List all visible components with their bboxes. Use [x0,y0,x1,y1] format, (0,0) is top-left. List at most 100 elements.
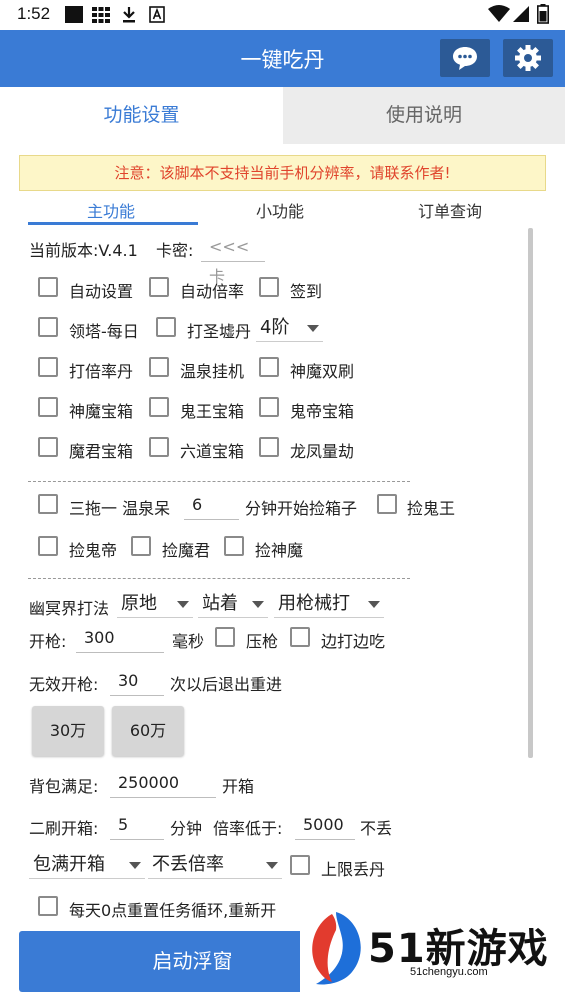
god-demon-chest-checkbox[interactable] [38,397,58,417]
auto-multiplier-label: 自动倍率 [180,282,245,301]
netherworld-position-select[interactable]: 原地 [117,590,193,618]
status-time: 1:52 [17,4,51,23]
dragon-phoenix-checkbox[interactable] [259,437,279,457]
multiplier-pill-checkbox[interactable] [38,357,58,377]
font-a-icon [149,6,165,28]
ghost-emperor-chest-label: 鬼帝宝箱 [290,402,355,421]
resolution-warning: 注意：该脚本不支持当前手机分辨率，请联系作者! [19,155,546,191]
invalid-fire-input[interactable]: 30 [110,666,164,696]
daily-reset-checkbox[interactable] [38,896,58,916]
full-open-select[interactable]: 包满开箱 [29,851,145,879]
brand-logo-icon [312,912,361,985]
gear-icon [515,45,541,71]
minutes-label: 分钟 [170,819,203,838]
tow-checkbox[interactable] [38,494,58,514]
move-fire-checkbox[interactable] [290,627,310,647]
chat-button[interactable] [440,39,490,77]
tower-daily-label: 领塔-每日 [69,322,139,341]
hot-spring-idle-checkbox[interactable] [149,357,169,377]
app-toolbar: 一键吃丹 [0,30,565,87]
watermark: 51新游戏 51chengyu.com [300,900,565,1004]
chat-bubble-icon [453,47,477,70]
invalid-after-label: 次以后退出重进 [170,675,283,694]
six-paths-chest-label: 六道宝箱 [180,442,245,461]
pick-ghost-king-checkbox[interactable] [377,494,397,514]
daily-reset-label: 每天0点重置任务循环,重新开 [69,901,277,920]
watermark-url: 51chengyu.com [410,966,488,978]
version-label: 当前版本:V.4.1 [29,241,138,260]
subtab-minor[interactable]: 小功能 [256,198,304,222]
preset-300k-button[interactable]: 30万 [32,706,104,756]
demon-lord-chest-checkbox[interactable] [38,437,58,457]
dropdown-arrow-icon [266,862,278,869]
key-input[interactable]: <<<卡 [201,232,265,286]
subtab-main[interactable]: 主功能 [87,198,135,222]
invalid-fire-label: 无效开枪: [29,675,99,694]
max-drop-label: 上限丢丹 [321,860,386,879]
recoil-label: 压枪 [246,632,279,651]
hot-spring-idle-label: 温泉挂机 [180,362,245,381]
rate-below-input[interactable]: 5000 [295,810,355,840]
auto-settings-label: 自动设置 [69,282,134,301]
fire-interval-input[interactable]: 300 [76,623,164,653]
dragon-phoenix-label: 龙凤量劫 [290,442,355,461]
recoil-checkbox[interactable] [215,627,235,647]
signal-icon [512,5,530,27]
scrollbar[interactable] [528,228,533,758]
auto-multiplier-checkbox[interactable] [149,277,169,297]
ghost-emperor-chest-checkbox[interactable] [259,397,279,417]
ms-label: 毫秒 [172,632,205,651]
auto-settings-checkbox[interactable] [38,277,58,297]
wifi-icon [488,5,510,27]
settings-button[interactable] [503,39,553,77]
six-paths-chest-checkbox[interactable] [149,437,169,457]
sign-in-label: 签到 [290,282,323,301]
holy-furnace-checkbox[interactable] [156,317,176,337]
bag-open-label: 开箱 [222,777,255,796]
holy-furnace-label: 打圣墟丹 [187,322,252,341]
bag-full-label: 背包满足: [29,777,99,796]
status-bar: 1:52 [0,0,565,30]
demon-lord-chest-label: 魔君宝箱 [69,442,134,461]
dropdown-arrow-icon [129,862,141,869]
god-demon-double-label: 神魔双刷 [290,362,355,381]
subtab-order-query[interactable]: 订单查询 [418,198,482,222]
tower-daily-checkbox[interactable] [38,317,58,337]
dropdown-arrow-icon [307,325,319,332]
grid-icon [92,6,110,28]
tab-instructions[interactable]: 使用说明 [283,87,565,144]
tow-after-label: 分钟开始捡箱子 [245,499,358,518]
pick-god-demon-checkbox[interactable] [224,536,244,556]
pick-god-demon-label: 捡神魔 [255,541,304,560]
pick-demon-lord-checkbox[interactable] [131,536,151,556]
key-label: 卡密: [156,241,194,260]
square-notification-icon [65,6,85,28]
dropdown-arrow-icon [368,601,380,608]
netherworld-stance-select[interactable]: 站着 [198,590,268,618]
subtab-indicator [28,222,198,225]
tab-feature-settings[interactable]: 功能设置 [0,87,283,144]
second-open-input[interactable]: 5 [110,810,164,840]
tow-minutes-input[interactable]: 6 [184,490,239,520]
pick-ghost-emperor-label: 捡鬼帝 [69,541,118,560]
battery-icon [537,4,549,28]
furnace-level-select[interactable]: 4阶 [256,314,323,342]
no-drop-rate-select[interactable]: 不丢倍率 [148,851,282,879]
pick-ghost-emperor-checkbox[interactable] [38,536,58,556]
sign-in-checkbox[interactable] [259,277,279,297]
bag-full-input[interactable]: 250000 [110,768,216,798]
multiplier-pill-label: 打倍率丹 [69,362,134,381]
no-drop-label: 不丢 [360,819,393,838]
preset-600k-button[interactable]: 60万 [112,706,184,756]
download-icon [121,6,137,28]
tow-label: 三拖一 温泉呆 [69,499,171,518]
netherworld-weapon-select[interactable]: 用枪械打 [274,590,384,618]
god-demon-chest-label: 神魔宝箱 [69,402,134,421]
move-fire-label: 边打边吃 [321,632,386,651]
ghost-king-chest-checkbox[interactable] [149,397,169,417]
section-divider [28,481,410,482]
fire-label: 开枪: [29,632,67,651]
main-tabs: 功能设置 使用说明 [0,87,565,144]
god-demon-double-checkbox[interactable] [259,357,279,377]
max-drop-checkbox[interactable] [290,855,310,875]
